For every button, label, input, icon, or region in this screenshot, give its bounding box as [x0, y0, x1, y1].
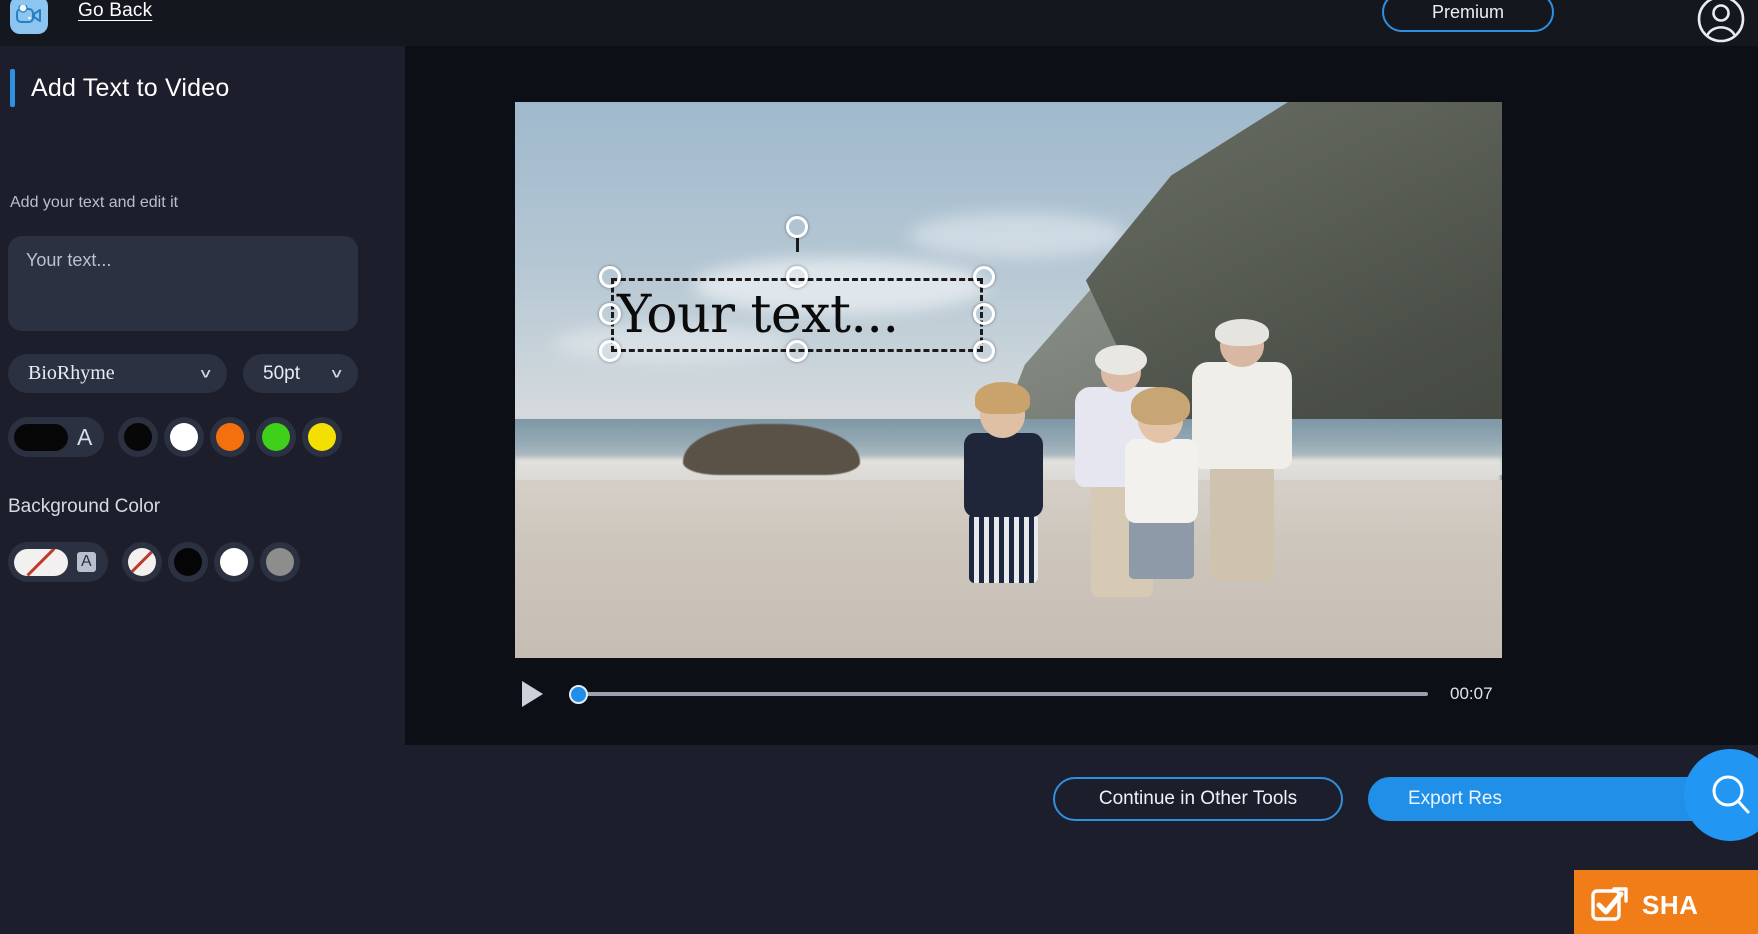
go-back-link[interactable]: Go Back — [78, 0, 152, 22]
continue-button-label: Continue in Other Tools — [1098, 788, 1298, 809]
scene-person-boy — [949, 381, 1058, 625]
background-color-chip-none — [14, 548, 68, 576]
seek-thumb[interactable] — [569, 684, 588, 704]
bottom-bar: Continue in Other Tools Export Res SHA — [405, 745, 1758, 934]
seek-slider[interactable] — [569, 684, 1428, 704]
premium-button-label: Premium — [1431, 1, 1504, 22]
rotate-handle[interactable] — [786, 216, 808, 238]
font-size-select[interactable]: 50pt ∨ — [243, 354, 358, 393]
user-avatar-icon[interactable] — [1692, 0, 1750, 48]
share-check-icon — [1590, 883, 1630, 928]
chevron-down-icon: ∨ — [198, 366, 213, 381]
top-bar: Go Back Premium — [0, 0, 1758, 46]
text-color-swatch-3[interactable] — [256, 417, 297, 457]
play-icon[interactable] — [515, 677, 549, 711]
background-color-label: Background Color — [8, 496, 161, 517]
title-accent-bar — [10, 69, 15, 107]
app-root: Go Back Premium Add Text to Video Add yo… — [0, 0, 1758, 934]
chevron-down-icon: ∨ — [329, 366, 344, 381]
video-preview[interactable]: Your text... — [515, 102, 1502, 658]
text-color-current[interactable]: A — [8, 417, 105, 457]
scene-person-girl — [1107, 387, 1216, 631]
text-color-swatch-0[interactable] — [118, 417, 159, 457]
helper-text: Add your text and edit it — [10, 194, 179, 211]
share-badge[interactable]: SHA — [1574, 870, 1758, 934]
background-color-swatch-0[interactable] — [121, 542, 162, 582]
font-controls-row: BioRhyme ∨ 50pt ∨ — [8, 354, 358, 393]
resize-handle-top-left[interactable] — [599, 266, 621, 288]
premium-button[interactable]: Premium — [1382, 0, 1554, 32]
text-color-swatch-4[interactable] — [302, 417, 343, 457]
text-color-swatch-2[interactable] — [210, 417, 251, 457]
text-overlay[interactable]: Your text... — [599, 216, 995, 362]
background-color-a-label: A — [77, 552, 96, 572]
search-help-icon[interactable] — [1684, 749, 1758, 841]
resize-handle-bottom-right[interactable] — [973, 340, 995, 362]
resize-handle-bottom-center[interactable] — [786, 340, 808, 362]
page-title: Add Text to Video — [31, 73, 230, 102]
resize-handle-top-right[interactable] — [973, 266, 995, 288]
rotate-stem — [796, 236, 799, 252]
timecode-label: 00:07 — [1450, 684, 1493, 703]
share-badge-label: SHA — [1642, 889, 1699, 920]
resize-handle-middle-left[interactable] — [599, 303, 621, 325]
background-color-swatch-1[interactable] — [167, 542, 208, 582]
video-stage: Your text... 00:07 — [405, 46, 1758, 745]
font-size-value: 50pt — [263, 362, 300, 384]
panel-title-wrap: Add Text to Video — [10, 69, 229, 107]
continue-in-other-tools-button[interactable]: Continue in Other Tools — [1053, 777, 1343, 821]
background-color-swatch-2[interactable] — [213, 542, 254, 582]
video-camera-icon[interactable] — [10, 0, 48, 34]
font-family-select[interactable]: BioRhyme ∨ — [8, 354, 227, 393]
seek-track — [569, 692, 1428, 696]
font-family-value: BioRhyme — [28, 362, 115, 384]
text-color-chip — [14, 423, 68, 451]
text-color-a-label: A — [77, 423, 93, 450]
text-color-row: A — [8, 417, 343, 457]
player-controls: 00:07 — [515, 672, 1502, 716]
text-input[interactable] — [8, 236, 358, 331]
background-color-current[interactable]: A — [8, 542, 108, 582]
resize-handle-top-center[interactable] — [786, 266, 808, 288]
scene-cloud — [909, 213, 1127, 258]
sidebar-panel: Add Text to Video Add your text and edit… — [0, 46, 405, 934]
resize-handle-bottom-left[interactable] — [599, 340, 621, 362]
export-button-label: Export Res — [1408, 788, 1502, 809]
text-color-swatch-1[interactable] — [164, 417, 205, 457]
background-color-swatch-3[interactable] — [259, 542, 300, 582]
resize-handle-middle-right[interactable] — [973, 303, 995, 325]
overlay-text-value: Your text... — [617, 285, 899, 345]
background-color-row: A — [8, 542, 300, 582]
